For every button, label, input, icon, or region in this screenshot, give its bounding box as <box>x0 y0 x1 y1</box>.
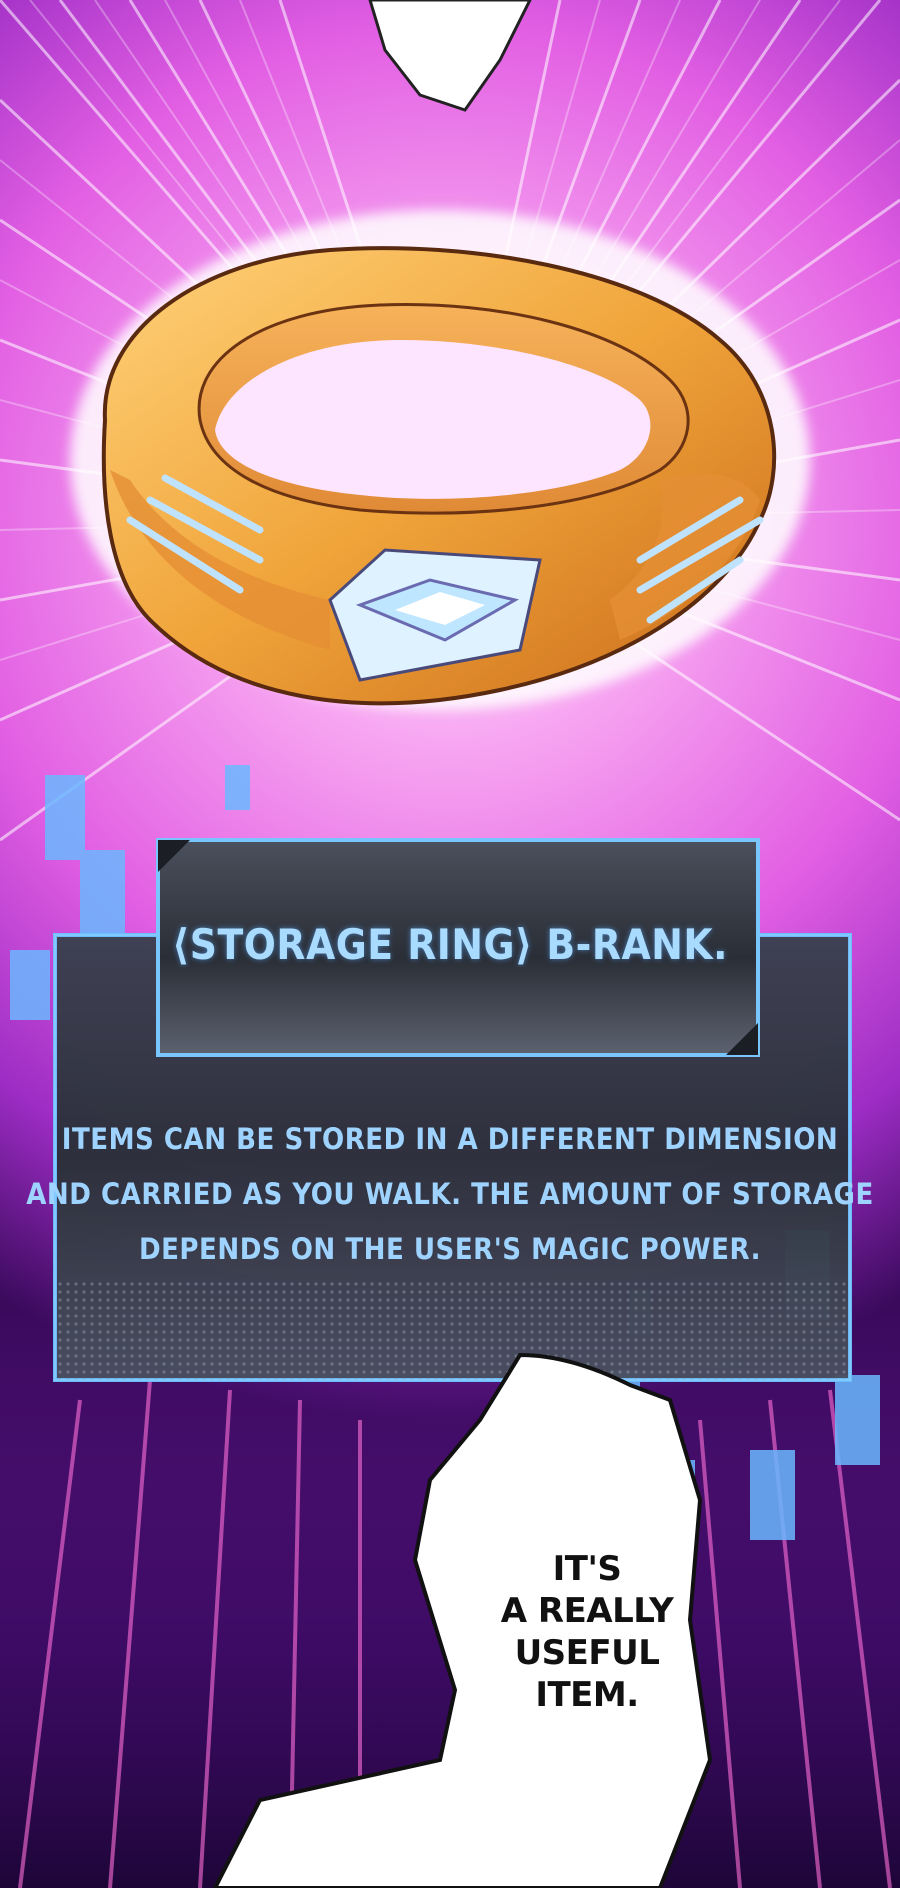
description-line: AND CARRIED AS YOU WALK. THE AMOUNT OF S… <box>26 1177 874 1211</box>
speech-line: A REALLY <box>500 1591 674 1631</box>
description-line: ITEMS CAN BE STORED IN A DIFFERENT DIMEN… <box>61 1122 839 1156</box>
speech-line: ITEM. <box>535 1675 639 1715</box>
speech-line: USEFUL <box>514 1633 660 1673</box>
speech-line: IT'S <box>552 1549 622 1589</box>
item-title: ⟨STORAGE RING⟩ B-RANK. <box>172 920 728 969</box>
description-line: DEPENDS ON THE USER'S MAGIC POWER. <box>138 1232 762 1266</box>
speech-bubble-text: IT'S A REALLY USEFUL ITEM. <box>497 1548 677 1716</box>
item-description: ITEMS CAN BE STORED IN A DIFFERENT DIMEN… <box>0 1112 900 1277</box>
comic-panel: ⟨STORAGE RING⟩ B-RANK. ITEMS CAN BE STOR… <box>0 0 900 1888</box>
